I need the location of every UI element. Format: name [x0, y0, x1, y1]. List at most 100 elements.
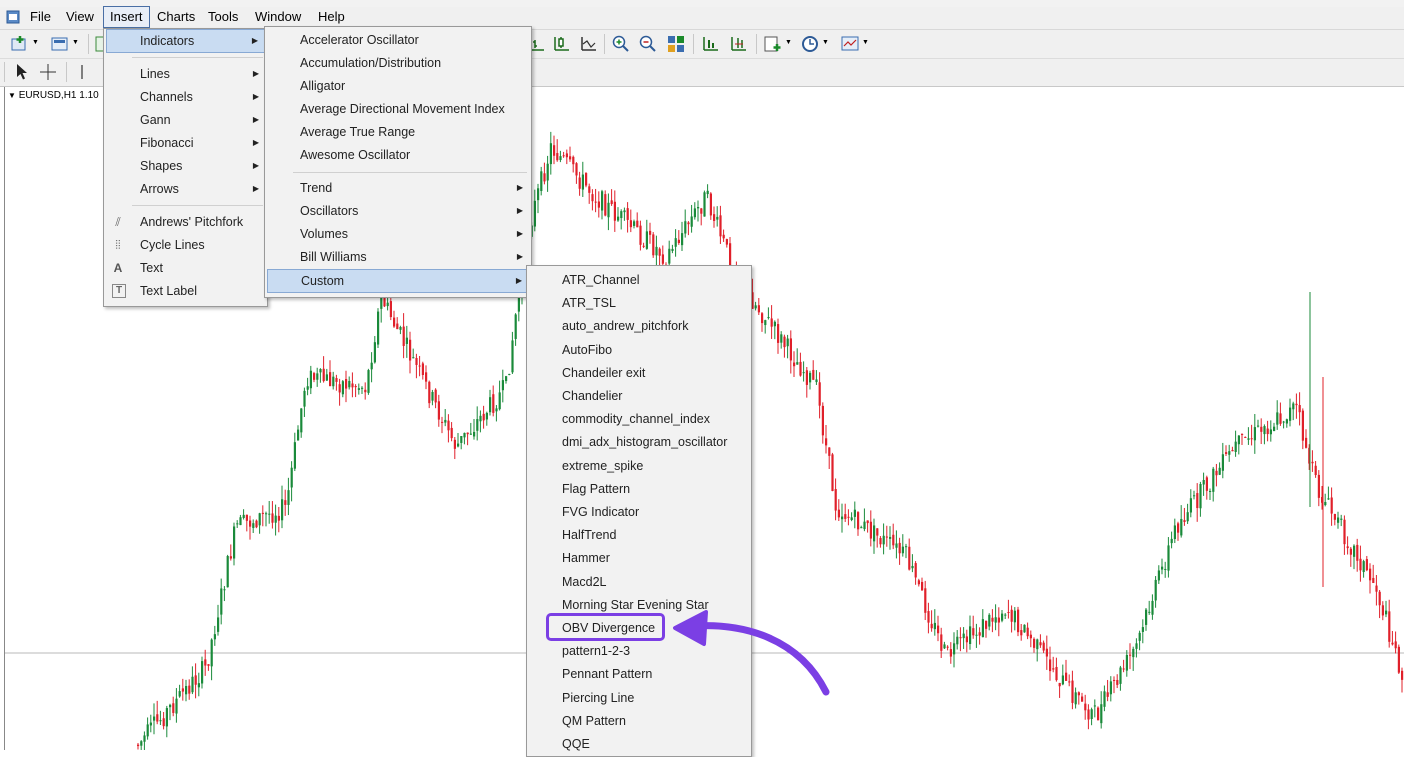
menu-item-text-label[interactable]: T Text Label [106, 280, 265, 302]
candle-body [991, 617, 994, 622]
new-chart-dropdown-icon[interactable]: ▼ [32, 39, 39, 46]
submenu-arrow-icon: ▶ [515, 276, 522, 285]
menu-window[interactable]: Window [249, 7, 307, 27]
candle-body [290, 467, 293, 488]
menu-tools[interactable]: Tools [202, 7, 244, 27]
candle-body [191, 676, 194, 693]
indicators-dropdown-icon[interactable]: ▼ [785, 39, 792, 46]
chart-collapse-icon[interactable]: ▼ [8, 91, 16, 100]
candle-body [1007, 612, 1010, 614]
menu-help[interactable]: Help [312, 7, 351, 27]
candle-body [306, 386, 309, 390]
custom-indicator-item[interactable]: AutoFibo [529, 339, 749, 361]
custom-indicator-item[interactable]: auto_andrew_pitchfork [529, 315, 749, 337]
zoom-out-icon[interactable] [638, 34, 658, 54]
menu-item-alligator[interactable]: Alligator [267, 75, 529, 97]
menu-item-bill-williams[interactable]: Bill Williams ▶ [267, 246, 529, 268]
candle-body [1109, 681, 1112, 695]
profiles-dropdown-icon[interactable]: ▼ [72, 39, 79, 46]
profiles-icon[interactable] [50, 34, 70, 54]
custom-indicator-item[interactable]: FVG Indicator [529, 501, 749, 523]
templates-icon[interactable] [840, 34, 860, 54]
custom-indicator-item[interactable]: HalfTrend [529, 524, 749, 546]
cursor-arrow-icon[interactable] [12, 62, 32, 82]
candlestick-chart-icon[interactable] [551, 34, 571, 54]
menu-item-gann[interactable]: Gann ▶ [106, 109, 265, 131]
menu-item-text[interactable]: A Text [106, 257, 265, 279]
tile-windows-icon[interactable] [666, 34, 686, 54]
vertical-line-icon[interactable] [72, 62, 92, 82]
menu-item-channels[interactable]: Channels ▶ [106, 86, 265, 108]
auto-scroll-icon[interactable] [700, 34, 720, 54]
chart-shift-icon[interactable] [728, 34, 748, 54]
menu-item-shapes[interactable]: Shapes ▶ [106, 155, 265, 177]
custom-indicator-item[interactable]: Macd2L [529, 571, 749, 593]
menu-item-fibonacci[interactable]: Fibonacci ▶ [106, 132, 265, 154]
menu-item-custom[interactable]: Custom ▶ [267, 269, 529, 293]
menu-item-label: HalfTrend [562, 528, 617, 543]
candle-body [687, 222, 690, 225]
indicators-list-icon[interactable] [763, 34, 783, 54]
menu-item-accelerator-oscillator[interactable]: Accelerator Oscillator [267, 29, 529, 51]
crosshair-icon[interactable] [38, 62, 58, 82]
custom-indicator-item[interactable]: extreme_spike [529, 455, 749, 477]
candle-body [498, 392, 501, 410]
custom-indicator-item[interactable]: pattern1-2-3 [529, 640, 749, 662]
candle-body [895, 543, 898, 548]
candle-body [1199, 484, 1202, 509]
menu-item-accumulation-distribution[interactable]: Accumulation/Distribution [267, 52, 529, 74]
menu-item-trend[interactable]: Trend ▶ [267, 177, 529, 199]
candle-body [460, 436, 463, 443]
line-chart-icon[interactable] [578, 34, 598, 54]
candle-body [674, 238, 677, 247]
menu-item-lines[interactable]: Lines ▶ [106, 63, 265, 85]
custom-indicator-item[interactable]: ATR_Channel [529, 269, 749, 291]
candle-body [169, 704, 172, 708]
menu-view[interactable]: View [60, 7, 100, 27]
candle-body [489, 397, 492, 413]
custom-indicator-item[interactable]: QM Pattern [529, 710, 749, 732]
menu-item-oscillators[interactable]: Oscillators ▶ [267, 200, 529, 222]
candle-body [1138, 632, 1141, 641]
menu-item-average-true-range[interactable]: Average True Range [267, 121, 529, 143]
new-chart-icon[interactable] [10, 34, 30, 54]
candle-body [364, 389, 367, 393]
candle-body [770, 318, 773, 327]
menu-item-adx[interactable]: Average Directional Movement Index [267, 98, 529, 120]
menu-item-awesome-oscillator[interactable]: Awesome Oscillator [267, 144, 529, 166]
candle-body [831, 454, 834, 491]
periodicity-icon[interactable] [800, 34, 820, 54]
menu-item-arrows[interactable]: Arrows ▶ [106, 178, 265, 200]
candle-body [389, 301, 392, 318]
custom-indicator-item[interactable]: dmi_adx_histogram_oscillator [529, 431, 749, 453]
menu-item-cycle-lines[interactable]: ⦙⦙ Cycle Lines [106, 234, 265, 256]
custom-indicator-item[interactable]: Flag Pattern [529, 478, 749, 500]
custom-indicator-item[interactable]: Piercing Line [529, 687, 749, 709]
candle-body [341, 381, 344, 395]
custom-indicator-item[interactable]: ATR_TSL [529, 292, 749, 314]
custom-indicator-item[interactable]: QQE [529, 733, 749, 755]
menu-charts[interactable]: Charts [151, 7, 201, 27]
candle-body [649, 230, 652, 235]
candle-body [447, 420, 450, 431]
candle-body [220, 588, 223, 615]
menu-item-indicators[interactable]: Indicators ▶ [106, 29, 265, 53]
menu-item-volumes[interactable]: Volumes ▶ [267, 223, 529, 245]
candle-body [661, 254, 664, 264]
menu-insert[interactable]: Insert [103, 6, 150, 28]
periodicity-dropdown-icon[interactable]: ▼ [822, 39, 829, 46]
candle-body [313, 373, 316, 380]
menu-file[interactable]: File [24, 7, 57, 27]
custom-indicator-item[interactable]: commodity_channel_index [529, 408, 749, 430]
zoom-in-icon[interactable] [611, 34, 631, 54]
custom-indicator-item[interactable]: Pennant Pattern [529, 663, 749, 685]
custom-indicator-item[interactable]: Chandeiler exit [529, 362, 749, 384]
custom-indicator-item[interactable]: Chandelier [529, 385, 749, 407]
candle-body [463, 432, 466, 438]
menu-item-label: Trend [300, 181, 333, 195]
custom-indicator-item[interactable]: Hammer [529, 547, 749, 569]
candle-body [1314, 465, 1317, 476]
menu-item-andrews-pitchfork[interactable]: ⫽ Andrews' Pitchfork [106, 211, 265, 233]
candle-body [1289, 407, 1292, 421]
templates-dropdown-icon[interactable]: ▼ [862, 39, 869, 46]
